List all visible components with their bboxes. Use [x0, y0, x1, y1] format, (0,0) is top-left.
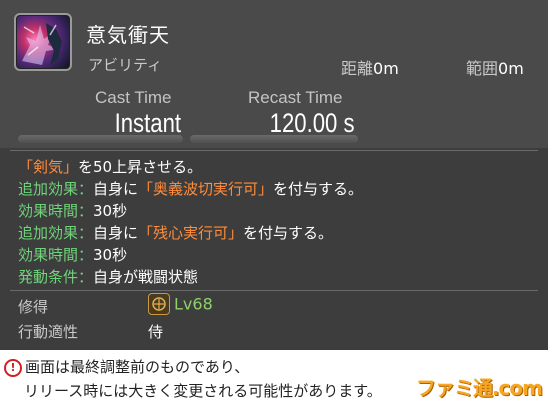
warning-icon: !: [4, 358, 22, 377]
level-value: Lv68: [174, 294, 213, 314]
effect-label: 追加効果：: [18, 180, 94, 198]
ability-category: アビリティ: [88, 56, 163, 74]
notice-line-2: リリース時には大きく変更される可能性があります。: [24, 382, 382, 400]
status-tag: 「奥義波切実行可」: [138, 180, 274, 198]
distance-value: 0m: [373, 59, 399, 78]
description-line-3: 効果時間：30秒: [18, 200, 127, 222]
ability-tooltip: 意気衝天 アビリティ 距離0m 範囲0m Cast Time Instant R…: [0, 0, 548, 350]
description-text: を50上昇させる。: [78, 158, 203, 176]
description-text: 30秒: [93, 202, 128, 220]
description-text: 自身が戦闘状態: [93, 268, 199, 286]
effect-label: 追加効果：: [18, 224, 94, 242]
header-divider: [10, 150, 538, 151]
effect-label: 効果時間：: [18, 202, 94, 220]
effect-label: 発動条件：: [18, 268, 94, 286]
distance-stat: 距離0m: [341, 55, 399, 79]
notice-text: 画面は最終調整前のものであり、: [25, 358, 250, 376]
cast-time-bar: [18, 135, 183, 143]
notice-area: ! 画面は最終調整前のものであり、 リリース時には大きく変更される可能性があります…: [0, 350, 548, 407]
description-text: 自身に: [93, 224, 139, 242]
acquired-level: Lv68: [148, 293, 213, 315]
class-label: 行動適性: [18, 323, 79, 341]
acquired-label: 修得: [18, 298, 49, 316]
description-divider: [10, 290, 538, 291]
recast-time-bar: [190, 135, 358, 143]
ability-title: 意気衝天: [86, 23, 170, 47]
description-line-1: 「剣気」を50上昇させる。: [18, 156, 202, 178]
notice-line-1: ! 画面は最終調整前のものであり、: [4, 356, 249, 377]
description-line-2: 追加効果：自身に「奥義波切実行可」を付与する。: [18, 178, 363, 200]
class-job-icon: [148, 293, 170, 315]
description-line-5: 効果時間：30秒: [18, 244, 127, 266]
cast-time-label: Cast Time: [95, 88, 172, 107]
range-label: 範囲: [466, 59, 499, 78]
distance-label: 距離: [341, 59, 374, 78]
description-text: 自身に: [93, 180, 139, 198]
ability-icon: [14, 13, 72, 71]
description-text: を付与する。: [243, 224, 334, 242]
description-line-6: 発動条件：自身が戦闘状態: [18, 266, 198, 288]
class-value: 侍: [148, 323, 164, 341]
range-stat: 範囲0m: [466, 55, 524, 79]
description-line-4: 追加効果：自身に「残心実行可」を付与する。: [18, 222, 333, 244]
status-tag: 「剣気」: [18, 158, 79, 176]
status-tag: 「残心実行可」: [138, 224, 244, 242]
description-text: 30秒: [93, 246, 128, 264]
effect-label: 効果時間：: [18, 246, 94, 264]
description-text: を付与する。: [273, 180, 364, 198]
recast-time-label: Recast Time: [248, 88, 343, 107]
famitsu-logo: ファミ通.com: [415, 376, 543, 400]
range-value: 0m: [498, 59, 524, 78]
